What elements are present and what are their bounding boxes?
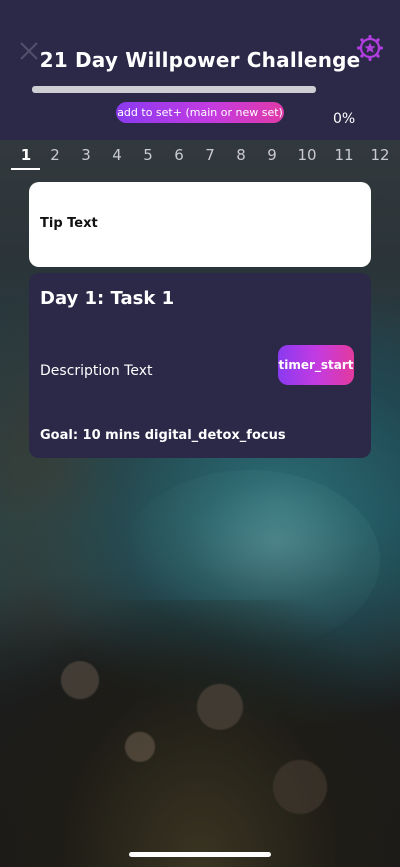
tab-day-9[interactable]: 9 xyxy=(257,146,287,164)
task-goal: Goal: 10 mins digital_detox_focus xyxy=(40,428,286,443)
home-indicator xyxy=(129,852,271,857)
tab-day-5[interactable]: 5 xyxy=(133,146,163,164)
task-description: Description Text xyxy=(40,363,153,379)
active-tab-indicator xyxy=(11,168,40,170)
tip-card: Tip Text xyxy=(29,182,371,267)
timer-start-button[interactable]: timer_start xyxy=(278,345,354,385)
tab-day-10[interactable]: 10 xyxy=(292,146,322,164)
tab-day-3[interactable]: 3 xyxy=(71,146,101,164)
tab-day-2[interactable]: 2 xyxy=(40,146,70,164)
tab-day-7[interactable]: 7 xyxy=(195,146,225,164)
background-rocks xyxy=(0,600,400,867)
tab-day-8[interactable]: 8 xyxy=(226,146,256,164)
tab-day-1[interactable]: 1 xyxy=(11,146,41,164)
page-title: 21 Day Willpower Challenge xyxy=(39,48,361,72)
day-tabs: 1 2 3 4 5 6 7 8 9 10 11 12 xyxy=(0,142,400,172)
task-card: Day 1: Task 1 Description Text timer_sta… xyxy=(29,273,371,458)
tab-day-4[interactable]: 4 xyxy=(102,146,132,164)
header: 21 Day Willpower Challenge add to set+ (… xyxy=(0,0,400,140)
tab-day-12[interactable]: 12 xyxy=(365,146,395,164)
progress-bar xyxy=(32,86,316,93)
progress-percent: 0% xyxy=(333,111,356,127)
add-to-set-button[interactable]: add to set+ (main or new set) xyxy=(116,102,284,123)
task-title: Day 1: Task 1 xyxy=(40,288,175,309)
tab-day-11[interactable]: 11 xyxy=(329,146,359,164)
tab-day-6[interactable]: 6 xyxy=(164,146,194,164)
tip-text: Tip Text xyxy=(40,216,98,231)
